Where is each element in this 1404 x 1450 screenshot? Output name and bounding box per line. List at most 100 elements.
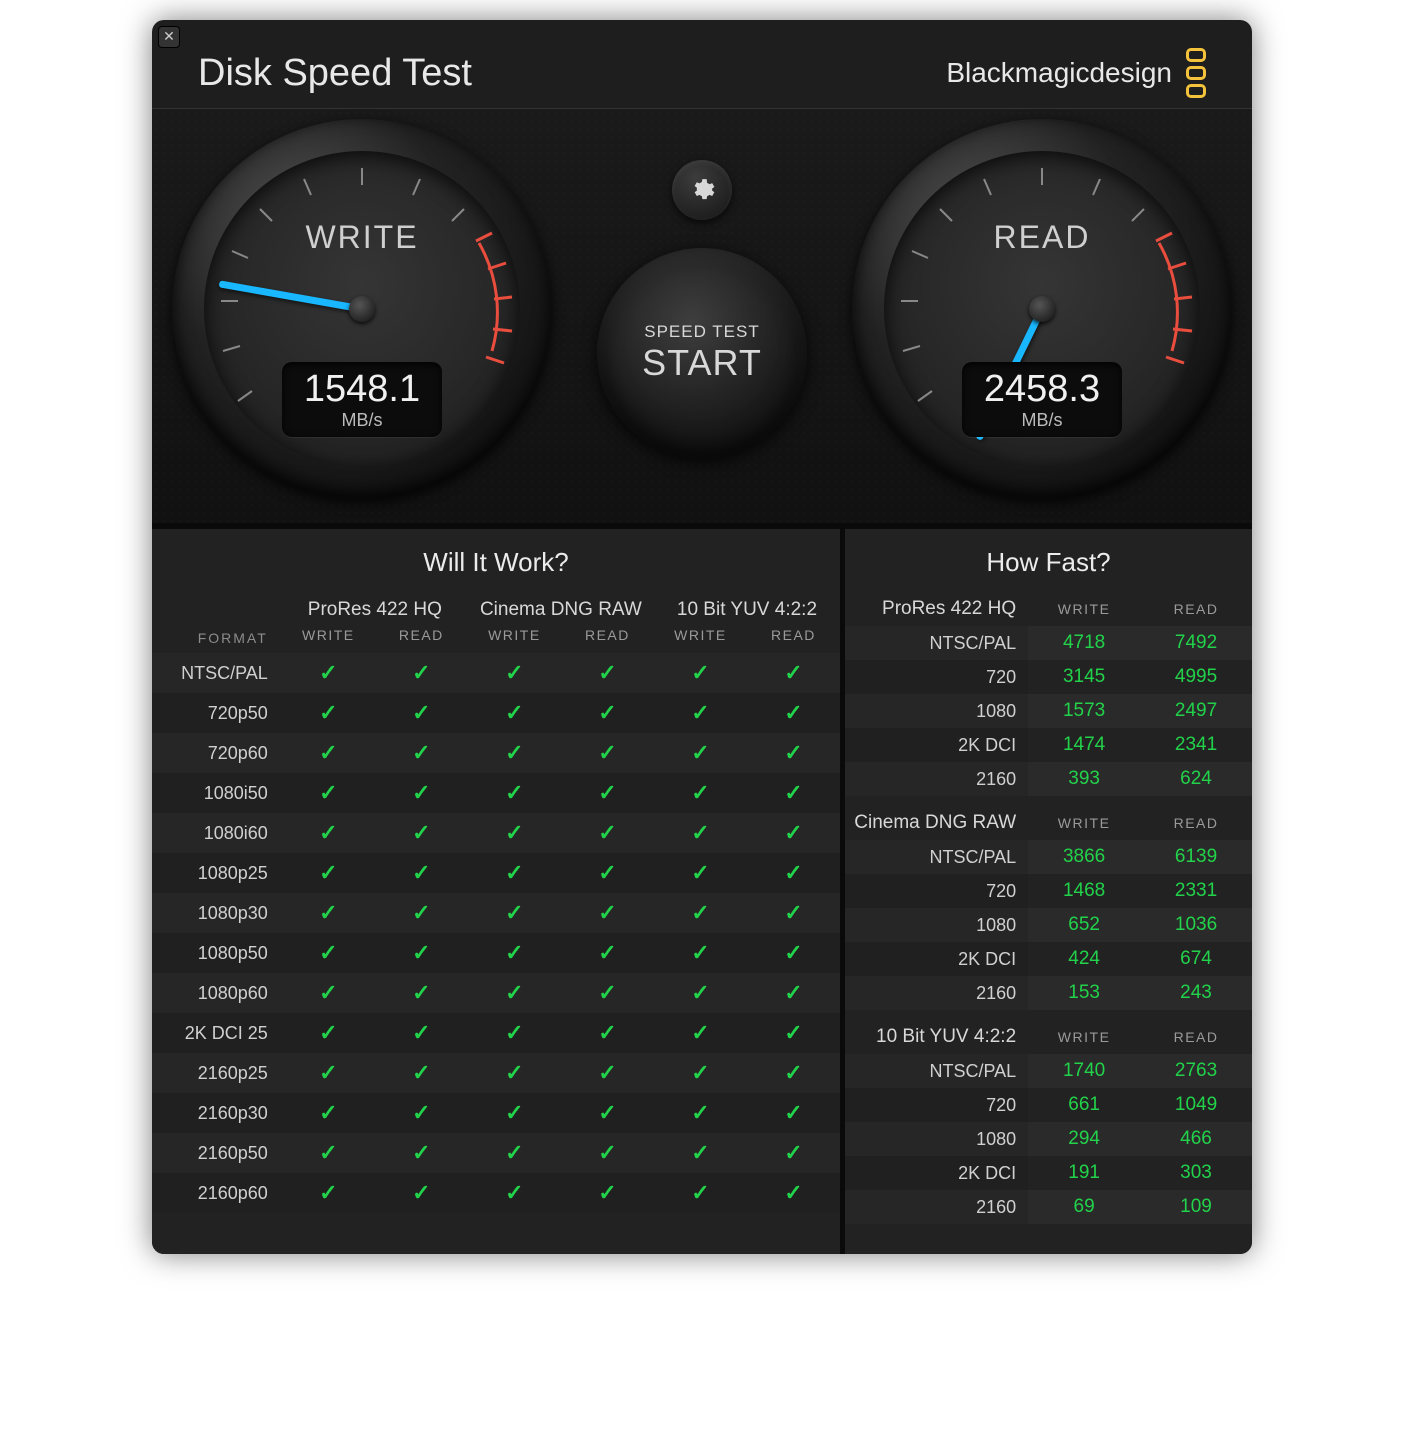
check-icon: ✓: [784, 700, 802, 725]
check-cell: ✓: [654, 1133, 747, 1173]
check-cell: ✓: [375, 933, 468, 973]
check-icon: ✓: [598, 1180, 616, 1205]
close-button[interactable]: ✕: [158, 26, 180, 48]
gauge-area: WRITE 1548.1 MB/s SPEED TEST START: [152, 108, 1252, 523]
format-label: 2K DCI: [845, 728, 1028, 762]
check-cell: ✓: [375, 1013, 468, 1053]
table-row: 108015732497: [845, 694, 1252, 728]
format-header: FORMAT: [152, 623, 282, 653]
format-label: 1080p50: [152, 933, 282, 973]
check-icon: ✓: [691, 740, 709, 765]
check-cell: ✓: [561, 653, 654, 693]
check-icon: ✓: [505, 700, 523, 725]
brand: Blackmagicdesign: [946, 48, 1206, 98]
check-icon: ✓: [505, 980, 523, 1005]
check-icon: ✓: [598, 820, 616, 845]
write-value: 153: [1028, 976, 1140, 1010]
check-cell: ✓: [747, 933, 840, 973]
format-label: 2160: [845, 976, 1028, 1010]
check-cell: ✓: [375, 693, 468, 733]
format-label: NTSC/PAL: [152, 653, 282, 693]
check-cell: ✓: [282, 1093, 375, 1133]
how-fast-section: 10 Bit YUV 4:2:2WRITEREADNTSC/PAL1740276…: [845, 1020, 1252, 1224]
table-row: 1080p60✓✓✓✓✓✓: [152, 973, 840, 1013]
start-label-big: START: [642, 342, 762, 384]
read-value: 1036: [1140, 908, 1252, 942]
check-icon: ✓: [505, 1180, 523, 1205]
brand-logo-icon: [1186, 48, 1206, 98]
check-cell: ✓: [375, 973, 468, 1013]
check-icon: ✓: [691, 1060, 709, 1085]
check-icon: ✓: [784, 780, 802, 805]
format-label: 2160p25: [152, 1053, 282, 1093]
check-cell: ✓: [561, 1053, 654, 1093]
start-label-small: SPEED TEST: [644, 322, 760, 342]
check-icon: ✓: [691, 1100, 709, 1125]
check-cell: ✓: [561, 693, 654, 733]
write-gauge: WRITE 1548.1 MB/s: [172, 119, 552, 499]
read-value: 303: [1140, 1156, 1252, 1190]
check-icon: ✓: [412, 660, 430, 685]
table-row: 2160393624: [845, 762, 1252, 796]
read-value: 624: [1140, 762, 1252, 796]
check-icon: ✓: [412, 1060, 430, 1085]
check-cell: ✓: [282, 813, 375, 853]
check-icon: ✓: [691, 900, 709, 925]
check-icon: ✓: [505, 900, 523, 925]
check-cell: ✓: [468, 813, 561, 853]
format-label: NTSC/PAL: [845, 626, 1028, 660]
check-cell: ✓: [282, 933, 375, 973]
check-icon: ✓: [784, 1060, 802, 1085]
format-label: 720: [845, 660, 1028, 694]
results-panels: Will It Work? ProRes 422 HQ Cinema DNG R…: [152, 523, 1252, 1254]
write-value: 652: [1028, 908, 1140, 942]
check-icon: ✓: [412, 1140, 430, 1165]
write-value: 424: [1028, 942, 1140, 976]
check-icon: ✓: [598, 1140, 616, 1165]
check-cell: ✓: [561, 893, 654, 933]
check-icon: ✓: [784, 980, 802, 1005]
check-icon: ✓: [319, 1180, 337, 1205]
table-row: 7206611049: [845, 1088, 1252, 1122]
format-label: 1080i60: [152, 813, 282, 853]
how-fast-title: How Fast?: [845, 547, 1252, 578]
format-label: NTSC/PAL: [845, 840, 1028, 874]
check-cell: ✓: [747, 973, 840, 1013]
check-cell: ✓: [468, 773, 561, 813]
settings-button[interactable]: [672, 160, 732, 220]
check-cell: ✓: [747, 693, 840, 733]
check-cell: ✓: [561, 1013, 654, 1053]
check-icon: ✓: [784, 820, 802, 845]
header: Disk Speed Test Blackmagicdesign: [152, 20, 1252, 108]
format-label: NTSC/PAL: [845, 1054, 1028, 1088]
format-label: 1080: [845, 694, 1028, 728]
check-cell: ✓: [747, 1093, 840, 1133]
check-icon: ✓: [691, 980, 709, 1005]
codec-header: ProRes 422 HQ: [282, 592, 468, 623]
read-value: 7492: [1140, 626, 1252, 660]
write-value: 4718: [1028, 626, 1140, 660]
check-icon: ✓: [505, 660, 523, 685]
check-cell: ✓: [375, 653, 468, 693]
check-icon: ✓: [784, 900, 802, 925]
table-row: 2160p50✓✓✓✓✓✓: [152, 1133, 840, 1173]
check-icon: ✓: [319, 940, 337, 965]
how-fast-section: Cinema DNG RAWWRITEREADNTSC/PAL386661397…: [845, 806, 1252, 1010]
codec-header: 10 Bit YUV 4:2:2: [845, 1020, 1028, 1054]
start-button[interactable]: SPEED TEST START: [597, 248, 807, 458]
check-icon: ✓: [598, 700, 616, 725]
check-icon: ✓: [691, 820, 709, 845]
check-cell: ✓: [561, 973, 654, 1013]
check-icon: ✓: [598, 1020, 616, 1045]
check-cell: ✓: [747, 1133, 840, 1173]
codec-header: Cinema DNG RAW: [845, 806, 1028, 840]
read-value-box: 2458.3 MB/s: [962, 362, 1122, 437]
check-icon: ✓: [412, 860, 430, 885]
check-icon: ✓: [598, 1060, 616, 1085]
check-cell: ✓: [282, 733, 375, 773]
read-value: 6139: [1140, 840, 1252, 874]
check-cell: ✓: [468, 653, 561, 693]
check-cell: ✓: [468, 733, 561, 773]
check-icon: ✓: [319, 740, 337, 765]
check-cell: ✓: [654, 653, 747, 693]
